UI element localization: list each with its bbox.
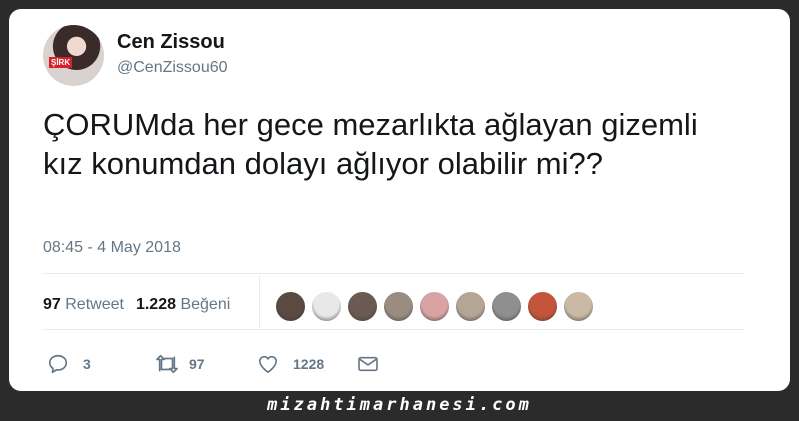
author-avatar[interactable]: ŞİRK [43,25,104,86]
heart-icon [259,355,277,373]
like-stat-count: 1.228 [135,296,176,313]
retweet-stat-count: 97 [43,296,61,313]
liker-avatar-4[interactable] [383,291,414,322]
author-handle[interactable]: @CenZissou60 [117,59,228,77]
retweet-stat-label: Retweet [65,296,124,313]
retweet-action-count: 97 [189,356,205,372]
liker-avatar-7[interactable] [491,291,522,322]
watermark: mizahtimarhanesi.com [267,395,532,415]
like-button[interactable]: 1228 [257,352,324,376]
like-stat[interactable]: 1.228 Beğeni [136,296,230,313]
avatar-tag: ŞİRK [49,57,73,68]
tweet-card: ŞİRK Cen Zissou @CenZissou60 ÇORUMda her… [9,9,790,391]
envelope-icon [358,356,378,372]
reply-button[interactable]: 3 [47,352,91,376]
author-name[interactable]: Cen Zissou [117,31,225,54]
retweet-button[interactable]: 97 [155,352,205,376]
liker-avatar-3[interactable] [347,291,378,322]
retweet-icon [156,354,178,374]
liker-avatar-5[interactable] [419,291,450,322]
tweet-timestamp[interactable]: 08:45 - 4 May 2018 [43,239,181,257]
divider [43,273,744,274]
liker-avatar-8[interactable] [527,291,558,322]
reply-icon [48,354,68,374]
divider [43,329,744,330]
reply-count: 3 [83,356,91,372]
like-action-count: 1228 [293,356,325,372]
liker-avatar-1[interactable] [275,291,306,322]
liker-avatar-9[interactable] [563,291,594,322]
retweet-stat[interactable]: 97 Retweet [43,296,124,313]
liker-avatar-2[interactable] [311,291,342,322]
tweet-text: ÇORUMda her gece mezarlıkta ağlayan gize… [43,107,698,181]
stats-divider [259,276,260,327]
liker-avatar-6[interactable] [455,291,486,322]
engagement-stats: 97 Retweet 1.228 Beğeni [43,296,230,314]
message-button[interactable] [357,352,379,376]
like-stat-label: Beğeni [180,296,231,313]
